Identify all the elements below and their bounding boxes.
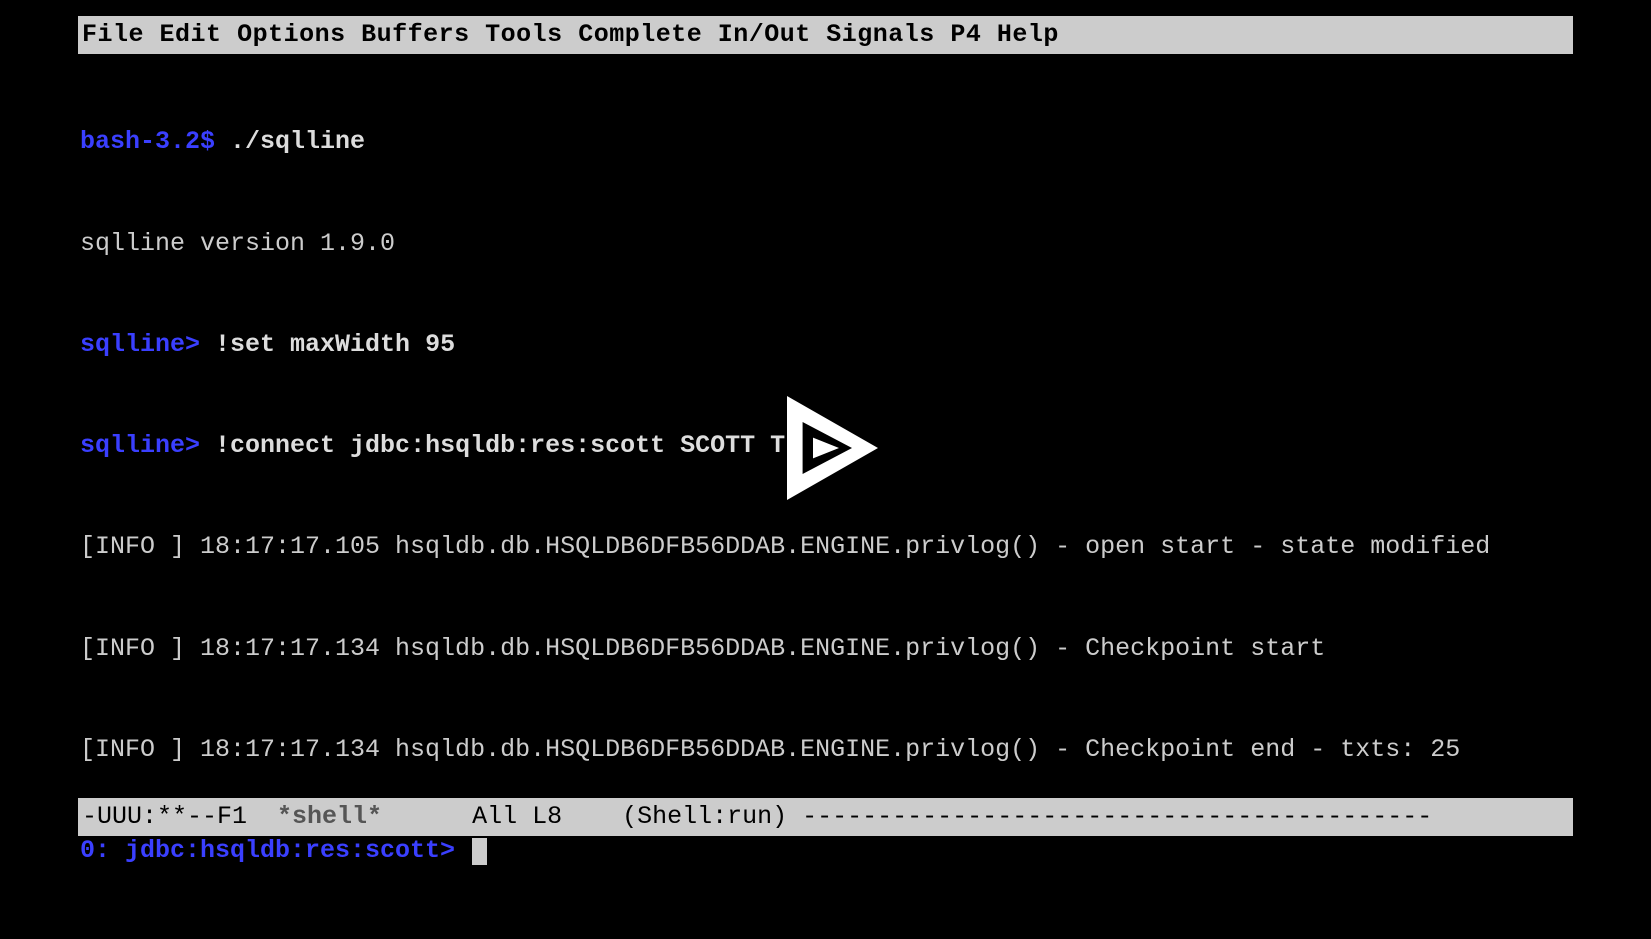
shell-command: ./sqlline: [230, 127, 365, 156]
menu-complete[interactable]: Complete: [578, 20, 702, 49]
menu-options[interactable]: Options: [237, 20, 346, 49]
menu-p4[interactable]: P4: [950, 20, 981, 49]
menu-bar: File Edit Options Buffers Tools Complete…: [78, 16, 1573, 54]
menu-help[interactable]: Help: [997, 20, 1059, 49]
modeline-status: -UUU:**--F1: [82, 802, 277, 831]
mode-line: -UUU:**--F1 *shell* All L8 (Shell:run) -…: [78, 798, 1573, 836]
shell-prompt: 0: jdbc:hsqldb:res:scott>: [80, 836, 470, 865]
shell-prompt: bash-3.2$: [80, 127, 230, 156]
play-icon: [761, 383, 891, 513]
menu-inout[interactable]: In/Out: [718, 20, 811, 49]
shell-output: [INFO ] 18:17:17.134 hsqldb.db.HSQLDB6DF…: [80, 632, 1571, 666]
play-button[interactable]: [761, 383, 891, 513]
menu-buffers[interactable]: Buffers: [361, 20, 470, 49]
shell-command: !connect jdbc:hsqldb:res:scott SCOTT TIG…: [215, 431, 845, 460]
modeline-position: All L8: [382, 802, 622, 831]
text-cursor: [472, 838, 487, 865]
modeline-fill: ----------------------------------------…: [802, 802, 1432, 831]
modeline-mode: (Shell:run): [622, 802, 802, 831]
menu-signals[interactable]: Signals: [826, 20, 935, 49]
shell-output: [INFO ] 18:17:17.105 hsqldb.db.HSQLDB6DF…: [80, 530, 1571, 564]
shell-line: bash-3.2$ ./sqlline: [80, 125, 1571, 159]
shell-line: sqlline> !set maxWidth 95: [80, 328, 1571, 362]
modeline-buffer-name: *shell*: [277, 802, 382, 831]
emacs-terminal-window: File Edit Options Buffers Tools Complete…: [78, 16, 1573, 880]
menu-tools[interactable]: Tools: [485, 20, 563, 49]
menu-file[interactable]: File: [82, 20, 144, 49]
shell-prompt: sqlline>: [80, 431, 215, 460]
shell-prompt: sqlline>: [80, 330, 215, 359]
shell-output: sqlline version 1.9.0: [80, 227, 1571, 261]
shell-command: !set maxWidth 95: [215, 330, 455, 359]
shell-line: 0: jdbc:hsqldb:res:scott>: [80, 834, 1571, 868]
shell-output: [INFO ] 18:17:17.134 hsqldb.db.HSQLDB6DF…: [80, 733, 1571, 767]
menu-edit[interactable]: Edit: [160, 20, 222, 49]
